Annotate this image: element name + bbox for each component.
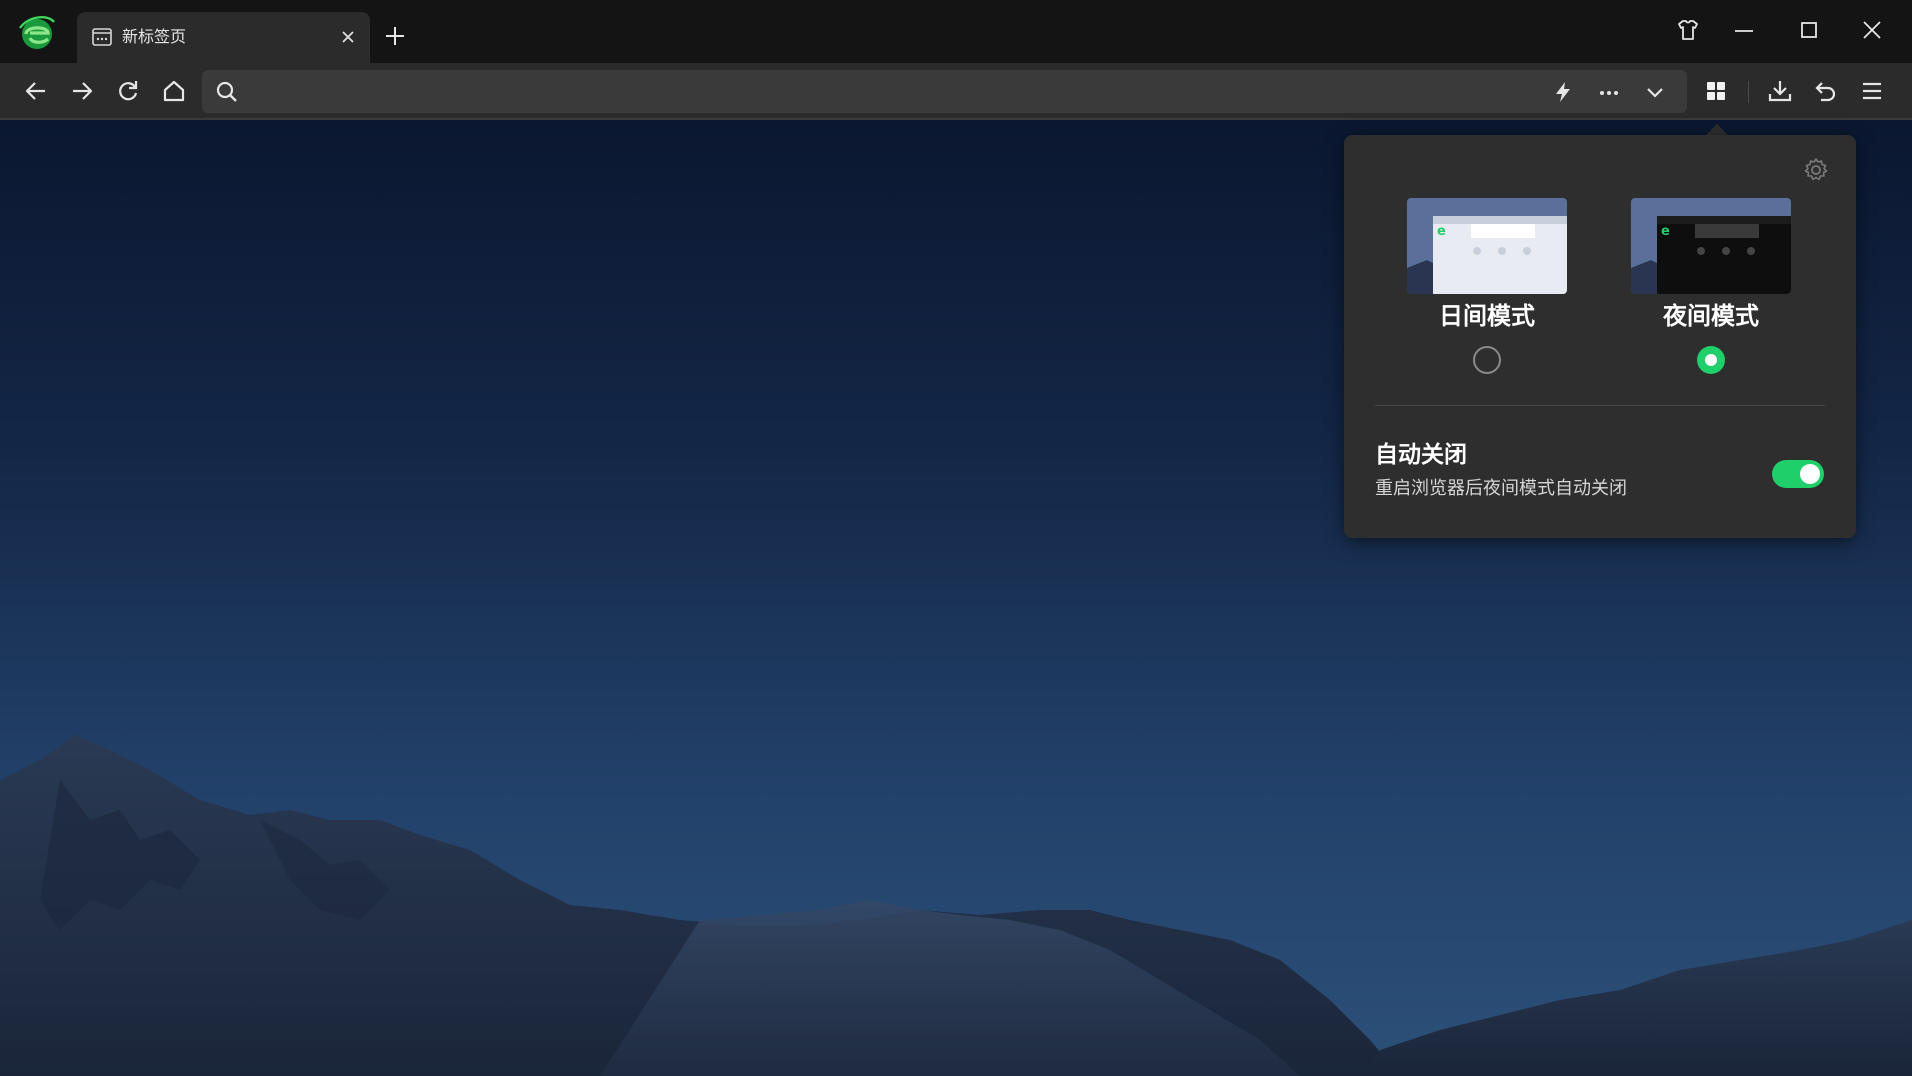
back-button[interactable] [21,76,51,106]
night-mode-radio[interactable] [1697,346,1725,374]
undo-icon [1815,82,1836,102]
tab-title: 新标签页 [122,27,187,46]
day-mode-radio[interactable] [1473,346,1501,374]
menu-button[interactable] [1857,76,1887,106]
auto-close-description: 重启浏览器后夜间模式自动关闭 [1375,478,1627,499]
day-mode-label: 日间模式 [1439,302,1535,330]
close-icon[interactable] [1859,17,1885,43]
new-tab-plus-icon[interactable] [383,24,407,48]
address-bar[interactable] [202,70,1687,113]
undo-button[interactable] [1811,76,1841,106]
minimize-icon[interactable] [1731,17,1757,43]
browser-window: 新标签页 e 日间模式 e 夜间模式 自动关闭 重启浏览器后夜间模式自动关闭 [0,0,1912,1076]
refresh-icon [119,81,138,101]
night-mode-thumbnail: e [1631,198,1791,294]
toolbar-divider [1748,81,1749,103]
night-mode-label: 夜间模式 [1663,302,1759,330]
more-icon[interactable] [1596,79,1622,105]
tab-new-tab[interactable]: 新标签页 [77,12,370,63]
download-icon [1768,81,1792,102]
search-icon [214,79,240,105]
popup-divider [1375,405,1825,406]
day-mode-thumbnail: e [1407,198,1567,294]
url-input[interactable] [252,76,1506,109]
apps-grid-button[interactable] [1701,76,1731,106]
chevron-down-icon[interactable] [1642,79,1668,105]
title-bar: 新标签页 [0,0,1912,63]
menu-icon [1863,82,1881,100]
maximize-icon[interactable] [1796,17,1822,43]
popup-arrow [1706,124,1728,135]
svg-text:e: e [1661,224,1670,239]
svg-text:e: e [1437,224,1446,239]
refresh-button[interactable] [113,76,143,106]
night-mode-popup: e 日间模式 e 夜间模式 自动关闭 重启浏览器后夜间模式自动关闭 [1344,135,1856,538]
auto-close-title: 自动关闭 [1375,442,1467,468]
apps-grid-icon [1707,82,1725,100]
browser-logo-icon[interactable] [18,14,56,52]
toolbar [0,63,1912,120]
home-icon [163,80,185,102]
home-button[interactable] [159,76,189,106]
lightning-icon[interactable] [1550,79,1576,105]
back-icon [25,82,45,100]
forward-icon [73,82,93,100]
toggle-knob [1800,464,1820,484]
download-button[interactable] [1765,76,1795,106]
new-tab-page-icon [92,28,112,46]
skin-icon[interactable] [1675,17,1701,43]
forward-button[interactable] [67,76,97,106]
auto-close-toggle[interactable] [1772,460,1824,488]
settings-gear-icon[interactable] [1802,156,1830,184]
tab-close-icon[interactable] [338,27,358,47]
